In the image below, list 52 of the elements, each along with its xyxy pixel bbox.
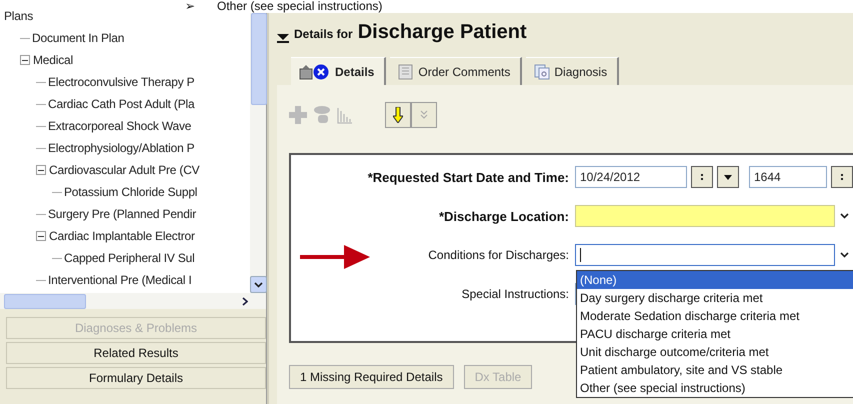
chevron-down-icon (840, 213, 848, 219)
vertical-scrollbar[interactable] (250, 13, 266, 293)
tree-item[interactable]: Surgery Pre (Planned Pendir (48, 207, 196, 221)
collapse-icon[interactable] (36, 231, 46, 241)
tab[interactable]: Order Comments (390, 57, 522, 85)
chevron-down-icon (254, 282, 263, 288)
form-cancel-icon (299, 64, 331, 80)
tree-item[interactable]: Cardiac Implantable Electror (49, 229, 195, 243)
tree-item[interactable]: Capped Peripheral IV Sul (64, 251, 195, 265)
section-bar[interactable]: Related Results (6, 342, 266, 364)
move-down-button[interactable] (385, 102, 411, 128)
combo-field[interactable] (575, 244, 835, 266)
tree-item[interactable]: Electroconvulsive Therapy P (48, 75, 194, 89)
tree-item[interactable]: Medical (33, 53, 73, 67)
collapse-icon[interactable] (20, 55, 30, 65)
collapse-icon[interactable] (277, 34, 289, 42)
spin-button[interactable] (831, 166, 853, 188)
tab[interactable]: Diagnosis (526, 57, 620, 85)
document-icon (534, 64, 550, 80)
double-chevron-icon (420, 110, 428, 120)
field-label: Special Instructions: (460, 287, 570, 301)
order-title: Discharge Patient (358, 21, 527, 44)
tree-item[interactable]: Cardiac Cath Post Adult (Pla (48, 97, 194, 111)
tree-item[interactable]: Cardiovascular Adult Pre (CV (49, 163, 200, 177)
spin-button[interactable] (691, 166, 713, 188)
field-label: *Discharge Location: (438, 208, 570, 224)
tree-item[interactable]: Electrophysiology/Ablation P (48, 141, 194, 155)
field-label: Conditions for Discharges: (427, 248, 570, 262)
notes-icon (398, 64, 414, 80)
document-text: Other (see special instructions) (217, 0, 382, 13)
details-prefix: Details for (294, 27, 353, 41)
tree-item[interactable]: Extracorporeal Shock Wave (48, 119, 192, 133)
horizontal-scrollbar[interactable] (0, 293, 266, 309)
dropdown-option[interactable]: (None) (577, 271, 853, 289)
combo-field[interactable] (575, 205, 835, 227)
chevron-right-icon (242, 296, 248, 306)
calendar-dropdown-button[interactable] (717, 166, 739, 188)
tree-item[interactable]: Plans (4, 9, 34, 23)
collapse-icon[interactable] (36, 165, 46, 175)
tree-item[interactable]: Document In Plan (32, 31, 124, 45)
triangle-down-icon (724, 174, 732, 180)
chevron-down-icon (840, 252, 848, 258)
field-label: *Requested Start Date and Time: (366, 170, 570, 184)
date-field[interactable]: 10/24/2012 (575, 166, 687, 188)
bullet-arrow: ➢ (185, 0, 195, 13)
tree-item[interactable]: Potassium Chloride Suppl (64, 185, 198, 199)
section-bar[interactable]: Formulary Details (6, 367, 266, 389)
arrow-down-icon (393, 107, 403, 123)
footer-button[interactable]: 1 Missing Required Details (289, 365, 454, 389)
tree-item[interactable]: Interventional Pre (Medical I (48, 273, 192, 287)
time-field[interactable]: 1644 (749, 166, 827, 188)
tab[interactable]: Details (291, 57, 386, 85)
